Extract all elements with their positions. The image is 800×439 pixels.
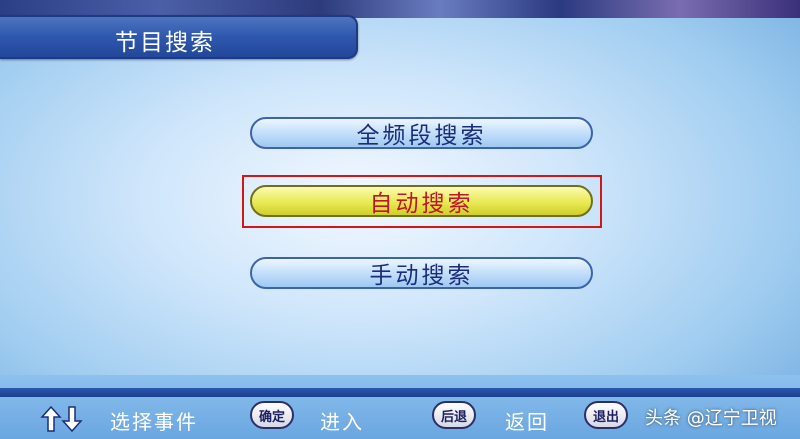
back-key-button[interactable]: 后退: [432, 401, 477, 429]
selection-highlight-frame: [242, 175, 602, 228]
exit-key-label: 退出: [593, 409, 620, 425]
menu-item-label: 全频段搜索: [356, 123, 487, 149]
watermark: 头条 @辽宁卫视: [645, 408, 777, 429]
title-bar: 节目搜索: [0, 15, 358, 59]
select-event-hint: 选择事件: [110, 410, 198, 434]
menu-item-label: 手动搜索: [369, 263, 474, 289]
enter-hint: 进入: [320, 410, 364, 434]
return-hint: 返回: [505, 410, 549, 434]
footer-divider: [0, 388, 800, 397]
back-key-label: 后退: [441, 409, 468, 425]
page-title: 节目搜索: [115, 30, 215, 56]
menu-item-manual-search[interactable]: 手动搜索: [250, 257, 593, 289]
up-down-arrows-icon: [40, 405, 83, 433]
menu-item-full-band-search[interactable]: 全频段搜索: [250, 117, 593, 149]
exit-key-button[interactable]: 退出: [584, 401, 629, 429]
ok-key-button[interactable]: 确定: [250, 401, 295, 429]
ok-key-label: 确定: [259, 409, 286, 425]
